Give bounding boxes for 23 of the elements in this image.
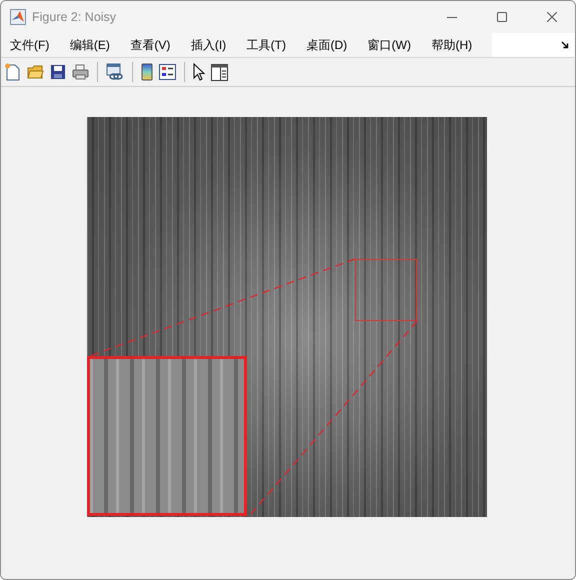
menu-item[interactable]: 编辑(E) — [62, 36, 117, 54]
save-icon[interactable] — [50, 64, 66, 80]
window-title: Figure 2: Noisy — [32, 10, 118, 24]
menu-item[interactable]: 窗口(W) — [360, 36, 418, 54]
app-logo-icon — [10, 9, 26, 25]
menu-item[interactable]: 查看(V) — [123, 36, 178, 54]
menu-item[interactable]: 工具(T) — [240, 36, 293, 54]
pointer-icon[interactable] — [193, 63, 205, 81]
folder-icon[interactable] — [27, 64, 44, 80]
maximize-icon[interactable] — [497, 12, 507, 22]
close-icon[interactable] — [547, 12, 557, 22]
menu-item[interactable]: 文件(F) — [3, 36, 56, 54]
printer-icon[interactable] — [72, 64, 89, 80]
panel-icon[interactable] — [211, 64, 228, 80]
menu-item[interactable]: 插入(I) — [184, 36, 234, 54]
arrow-icon[interactable] — [561, 41, 569, 49]
linked-windows-icon[interactable] — [106, 63, 124, 81]
legend-icon[interactable] — [159, 64, 176, 80]
menu-item[interactable]: 帮助(H) — [424, 36, 480, 54]
colorbar-icon[interactable] — [141, 63, 153, 81]
menu-item[interactable]: 桌面(D) — [299, 36, 354, 54]
zoom-region — [355, 259, 417, 321]
new-document-icon[interactable] — [4, 63, 21, 81]
